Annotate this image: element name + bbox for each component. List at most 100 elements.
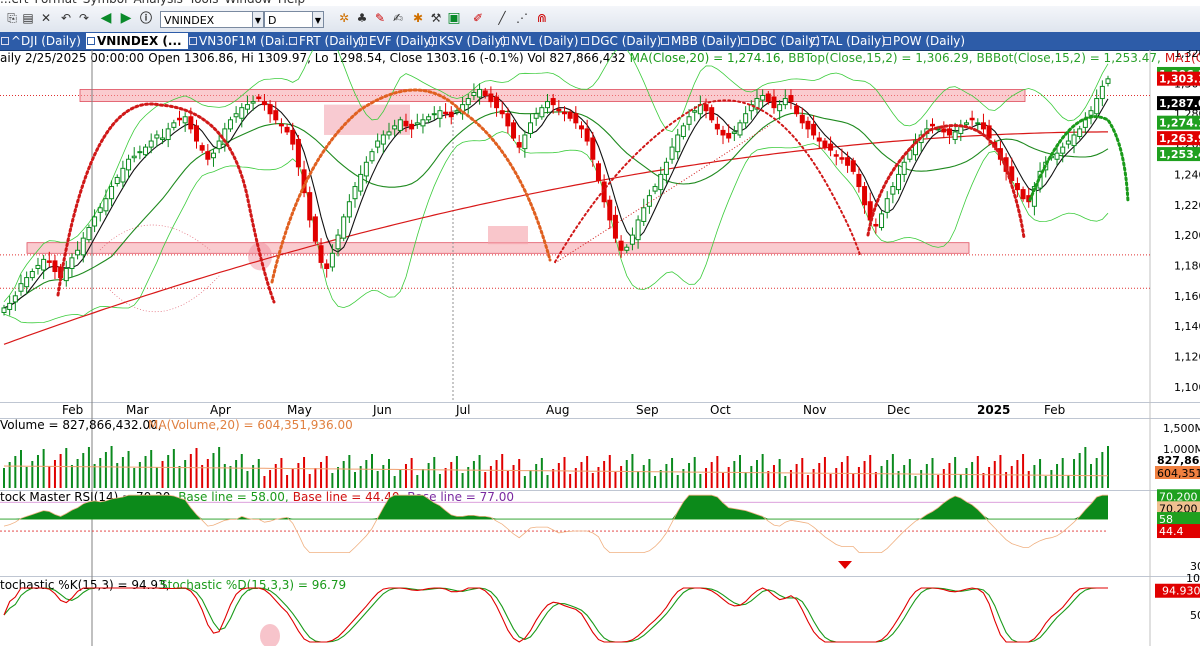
chart-icon[interactable]: ⚒ [428, 10, 444, 26]
redo-icon[interactable]: ↷ [76, 10, 92, 26]
tab-dbc[interactable]: DBC (Daily) [740, 33, 820, 49]
tab-label: MBB (Daily) [671, 34, 742, 48]
magnet-icon[interactable]: ⋒ [534, 10, 550, 26]
filter-icon[interactable]: ✲ [336, 10, 352, 26]
chart-tab-icon [189, 37, 197, 45]
candle-body [193, 125, 199, 142]
candle-body [18, 283, 24, 292]
candle-body [454, 110, 460, 113]
candle-body [896, 173, 902, 191]
cursor-icon[interactable]: ✍ [390, 10, 406, 26]
candle-body [771, 96, 777, 109]
candle-body [1088, 110, 1094, 116]
chart-tab-icon [661, 37, 669, 45]
x-month-label: Mar [126, 403, 149, 417]
stochastic-d-line [3, 587, 1108, 643]
chart-tab-icon [289, 37, 297, 45]
tab-label: DGC (Daily) [591, 34, 662, 48]
tab-label: KSV (Daily) [439, 34, 507, 48]
stochastic-k-line [3, 587, 1108, 643]
candle-body [573, 113, 579, 124]
candle-body [216, 140, 222, 150]
tab-vn30f1m[interactable]: VN30F1M (Dai... [188, 33, 296, 49]
info-icon[interactable]: ⓘ [138, 10, 154, 26]
x-month-label: Apr [210, 403, 231, 417]
price-badge-label: 1,303.1 [1159, 73, 1200, 86]
candle-body [986, 125, 992, 139]
candle-body [533, 113, 539, 119]
tab-dgc[interactable]: DGC (Daily) [580, 33, 662, 49]
back-icon[interactable]: ◀ [98, 10, 114, 26]
volume-label: Volume = 827,866,432.00, [0, 418, 162, 432]
symbol-dropdown-icon[interactable]: ▼ [252, 11, 264, 28]
symbol-input[interactable]: VNINDEX [160, 11, 260, 28]
candle-body [890, 186, 896, 195]
candle-body [578, 125, 584, 130]
tab-dji[interactable]: ^DJI (Daily) [0, 33, 86, 49]
x-month-label: Jul [455, 403, 470, 417]
image-icon[interactable]: ▣ [446, 10, 462, 26]
price-badge-label: 1,287.0 [1159, 97, 1200, 110]
candle-body [250, 101, 256, 104]
chart-tab-icon [811, 37, 819, 45]
candle-body [171, 122, 177, 128]
chart-tab-icon [429, 37, 437, 45]
settings-icon[interactable]: ✱ [410, 10, 426, 26]
period-dropdown-icon[interactable]: ▼ [312, 11, 324, 28]
candle-body [414, 122, 420, 125]
x-month-label: Dec [887, 403, 910, 417]
draw-icon[interactable]: ✎ [372, 10, 388, 26]
candle-body [244, 104, 250, 110]
candle-body [443, 111, 449, 115]
tab-pow[interactable]: POW (Daily) [882, 33, 965, 49]
close-x-icon[interactable]: ✕ [38, 10, 54, 26]
stochastic-badge-label: 94.930 [1162, 585, 1200, 598]
candle-body [46, 260, 52, 263]
forward-icon[interactable]: ▶ [118, 10, 134, 26]
chart-header-bbtop: BBTop(Close,15,2) = 1,306.29, [788, 51, 972, 65]
candle-body [975, 122, 981, 125]
candle-body [109, 186, 115, 200]
tab-vnindex[interactable]: VNINDEX (... [86, 33, 188, 49]
line-icon[interactable]: ╱ [494, 10, 510, 26]
candle-body [205, 151, 211, 160]
candle-body [505, 113, 511, 127]
fib-arc [109, 274, 221, 313]
candle-body [437, 110, 443, 119]
candle-body [341, 216, 347, 239]
candle-body [850, 160, 856, 172]
dotted-line-icon[interactable]: ⋰ [514, 10, 530, 26]
candle-body [278, 123, 284, 127]
x-month-label: Feb [1044, 403, 1065, 417]
candle-body [346, 201, 352, 218]
candle-body [352, 186, 358, 200]
tab-ksv[interactable]: KSV (Daily) [428, 33, 506, 49]
candle-body [52, 260, 58, 273]
candle-body [641, 207, 647, 222]
candle-body [154, 134, 160, 139]
tab-mbb[interactable]: MBB (Daily) [660, 33, 742, 49]
candle-body [511, 122, 517, 139]
tab-evf[interactable]: EVF (Daily) [358, 33, 435, 49]
candle-body [284, 126, 290, 133]
volume-ma-line [3, 465, 1109, 477]
stochastic-tick-label: 50 [1190, 609, 1200, 622]
candle-body [590, 137, 596, 160]
candle-body [35, 264, 41, 269]
candle-body [946, 128, 952, 136]
tab-tal[interactable]: TAL (Daily) [810, 33, 886, 49]
candle-body [1071, 134, 1077, 147]
tab-frt[interactable]: FRT (Daily) [288, 33, 364, 49]
tab-nvl[interactable]: NVL (Daily) [500, 33, 580, 49]
indicator-icon[interactable]: ♣ [354, 10, 370, 26]
toolbar: ⎘ ▤ ✕ ↶ ↷ ◀ ▶ ⓘ VNINDEX ▼ D ▼ ✲ ♣ ✎ ✍ ✱ … [0, 6, 1200, 33]
chart-area[interactable]: aily 2/25/2025 00:00:00 Open 1306.86, Hi … [0, 50, 1200, 646]
pen-icon[interactable]: ✐ [470, 10, 486, 26]
undo-icon[interactable]: ↶ [58, 10, 74, 26]
candle-body [1060, 146, 1066, 154]
y-tick-label: 1,200 [1174, 229, 1200, 242]
candle-body [114, 176, 120, 185]
volume-tick-label: 1,500M [1163, 422, 1200, 435]
paste-icon[interactable]: ▤ [20, 10, 36, 26]
copy-icon[interactable]: ⎘ [4, 10, 20, 26]
